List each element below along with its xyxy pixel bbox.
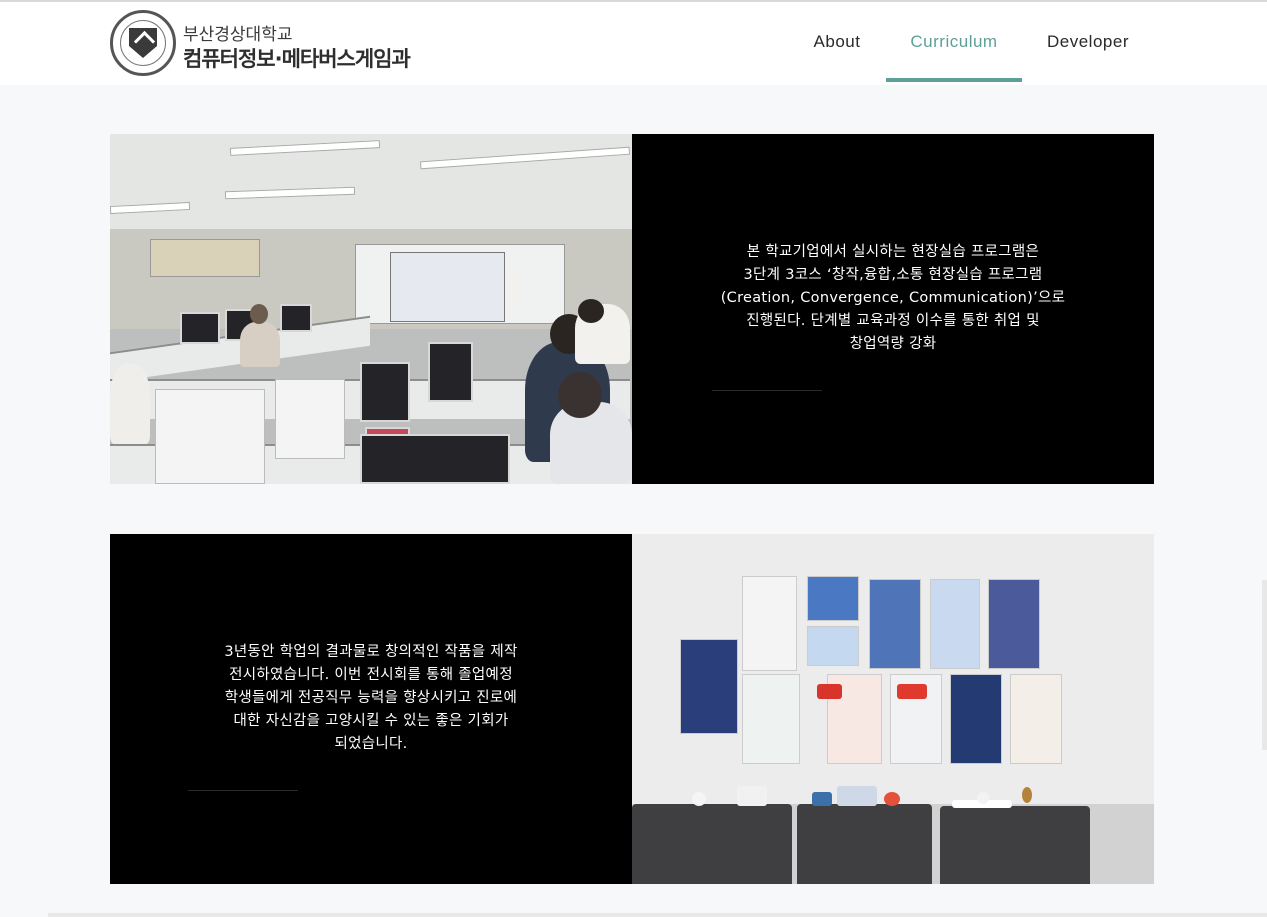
- exhibition-description: 3년동안 학업의 결과물로 창의적인 작품을 제작 전시하였습니다. 이번 전시…: [224, 643, 518, 752]
- exhibition-text-panel: 3년동안 학업의 결과물로 창의적인 작품을 제작 전시하였습니다. 이번 전시…: [110, 534, 632, 884]
- bottom-border: [48, 913, 1267, 917]
- text-underline-divider: [712, 390, 822, 391]
- main-nav: About Curriculum Developer: [0, 2, 1267, 85]
- scrollbar-thumb[interactable]: [1262, 580, 1267, 750]
- internship-description: 본 학교기업에서 실시하는 현장실습 프로그램은 3단계 3코스 ‘창작,융합,…: [720, 243, 1066, 352]
- text-underline-divider: [188, 790, 298, 791]
- internship-section: 본 학교기업에서 실시하는 현장실습 프로그램은 3단계 3코스 ‘창작,융합,…: [110, 134, 1154, 484]
- nav-item-about[interactable]: About: [798, 2, 876, 82]
- nav-item-developer[interactable]: Developer: [1030, 2, 1146, 82]
- internship-text-panel: 본 학교기업에서 실시하는 현장실습 프로그램은 3단계 3코스 ‘창작,융합,…: [632, 134, 1154, 484]
- exhibition-section: 3년동안 학업의 결과물로 창의적인 작품을 제작 전시하였습니다. 이번 전시…: [110, 534, 1154, 884]
- site-header: 부산경상대학교 컴퓨터정보·메타버스게임과 About Curriculum D…: [0, 2, 1267, 85]
- nav-item-curriculum[interactable]: Curriculum: [886, 2, 1022, 82]
- classroom-photo: [110, 134, 632, 484]
- exhibition-photo: [632, 534, 1154, 884]
